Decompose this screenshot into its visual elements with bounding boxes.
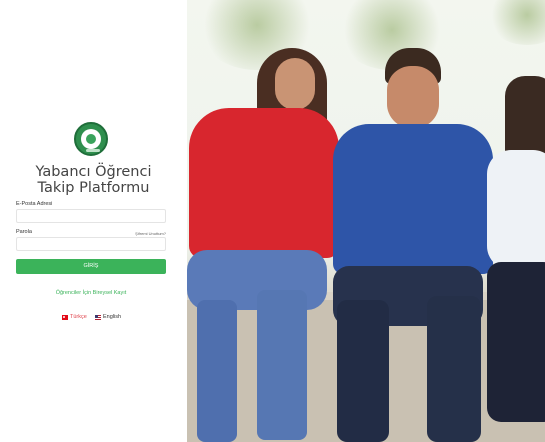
page-title-line2: Takip Platformu: [37, 180, 150, 196]
password-label: Parola: [16, 229, 32, 235]
language-turkish[interactable]: Türkçe: [62, 314, 87, 320]
hero-photo: [187, 0, 545, 442]
password-field[interactable]: [16, 237, 166, 251]
email-label: E-Posta Adresi: [16, 201, 53, 207]
login-panel: Yabancı Öğrenci Takip Platformu E-Posta …: [0, 0, 187, 442]
university-logo: [74, 122, 108, 156]
page-title-line1: Yabancı Öğrenci: [35, 164, 152, 180]
tr-flag-icon: [62, 314, 68, 320]
register-link[interactable]: Öğrenciler İçin Bireysel Kayıt: [0, 290, 182, 296]
language-label: English: [103, 314, 122, 320]
language-english[interactable]: English: [95, 314, 121, 320]
language-label: Türkçe: [70, 314, 87, 320]
forgot-password-link[interactable]: Şifremi Unuttum?: [135, 231, 166, 236]
login-button[interactable]: GİRİŞ: [16, 259, 166, 274]
gb-flag-icon: [95, 314, 101, 320]
email-field[interactable]: [16, 209, 166, 223]
